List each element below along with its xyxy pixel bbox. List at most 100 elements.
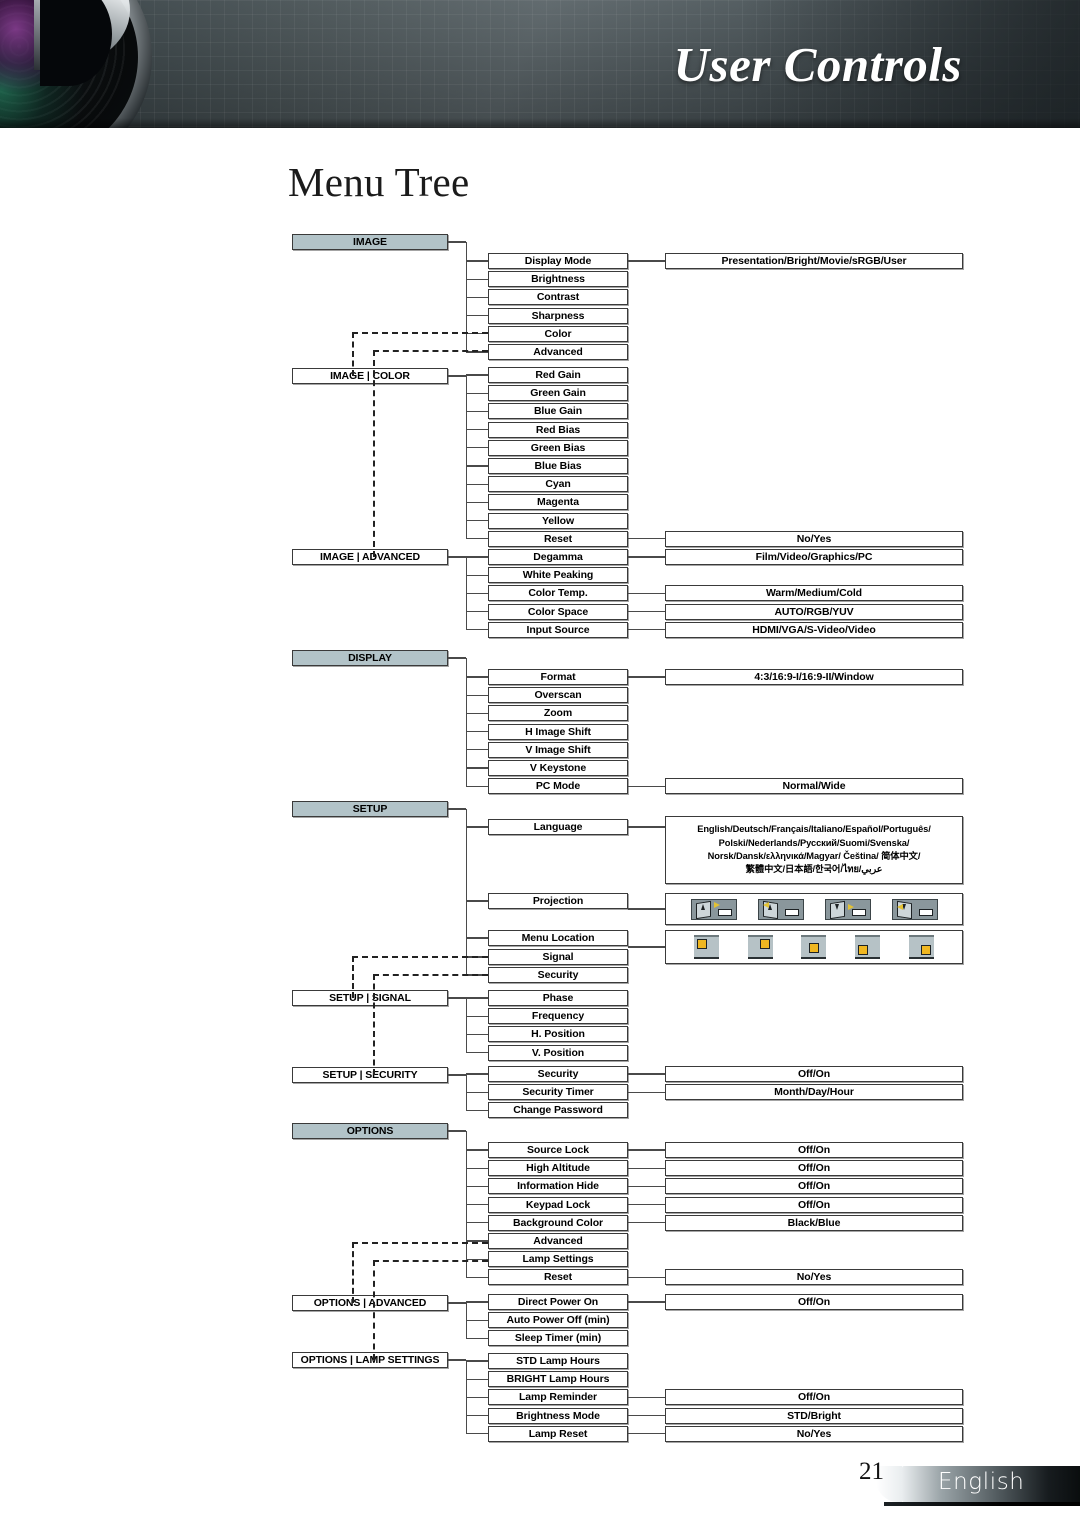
tree-item-setup-3[interactable]: Signal (488, 949, 628, 965)
tree-item-image-color-3[interactable]: Red Bias (488, 421, 628, 438)
tree-item-options-3[interactable]: Keypad Lock (488, 1196, 628, 1213)
tree-item-options-4[interactable]: Background Color (488, 1214, 628, 1231)
branch-image-advanced-1 (466, 574, 488, 576)
tree-item-setup-security-1[interactable]: Security Timer (488, 1084, 628, 1101)
trunk-v-setup-signal (466, 998, 468, 1053)
menu-location-marker (858, 945, 869, 955)
tree-item-display-1[interactable]: Overscan (488, 687, 628, 704)
tree-item-image-color-4[interactable]: Green Bias (488, 439, 628, 456)
tree-item-setup-signal-2[interactable]: H. Position (488, 1026, 628, 1043)
value-link-options-lamp-settings-3 (628, 1414, 665, 1417)
tree-item-image-advanced-1[interactable]: White Peaking (488, 567, 628, 584)
tree-item-image-advanced-3[interactable]: Color Space (488, 603, 628, 620)
tree-item-options-advanced-1[interactable]: Auto Power Off (min) (488, 1312, 628, 1329)
tree-item-options-1[interactable]: High Altitude (488, 1160, 628, 1177)
tree-item-image-color-1[interactable]: Green Gain (488, 385, 628, 402)
tree-item-display-6[interactable]: PC Mode (488, 778, 628, 795)
tree-item-image-color-0[interactable]: Red Gain (488, 367, 628, 383)
menu-location-top-right-icon (747, 935, 773, 959)
tree-item-display-4[interactable]: V Image Shift (488, 741, 628, 758)
tree-item-image-color-5[interactable]: Blue Bias (488, 458, 628, 474)
tree-item-options-0[interactable]: Source Lock (488, 1142, 628, 1158)
tree-item-image-1[interactable]: Brightness (488, 271, 628, 288)
trunk-h-setup (448, 808, 466, 810)
tree-item-options-advanced-0[interactable]: Direct Power On (488, 1294, 628, 1310)
branch-display-0 (466, 676, 488, 678)
tree-item-options-7[interactable]: Reset (488, 1269, 628, 1286)
tree-item-image-color-7[interactable]: Magenta (488, 494, 628, 511)
tree-item-setup-signal-0[interactable]: Phase (488, 990, 628, 1006)
branch-image-color-7 (466, 501, 488, 504)
value-link-options-lamp-settings-4 (628, 1433, 665, 1435)
tree-item-options-advanced-2[interactable]: Sleep Timer (min) (488, 1330, 628, 1347)
dash-image-color-v (352, 332, 354, 376)
projection-rear-ceiling-icon (891, 898, 938, 920)
tree-item-options-6[interactable]: Lamp Settings (488, 1251, 628, 1268)
branch-setup-signal-3 (466, 1051, 488, 1054)
tree-item-setup-0[interactable]: Language (488, 819, 628, 835)
branch-image-3 (466, 314, 488, 317)
tree-value-setup-menu-location (665, 930, 963, 964)
tree-item-options-lamp-settings-3[interactable]: Brightness Mode (488, 1407, 628, 1424)
tree-item-options-2[interactable]: Information Hide (488, 1178, 628, 1195)
tree-item-image-color-2[interactable]: Blue Gain (488, 403, 628, 420)
tree-item-options-lamp-settings-0[interactable]: STD Lamp Hours (488, 1353, 628, 1369)
tree-item-image-advanced-4[interactable]: Input Source (488, 621, 628, 638)
tree-item-display-3[interactable]: H Image Shift (488, 723, 628, 740)
tree-category-setup: SETUP (292, 801, 448, 817)
branch-image-color-2 (466, 410, 488, 413)
branch-image-advanced-0 (466, 556, 488, 558)
value-link-setup-projection (628, 908, 665, 910)
value-link-image-advanced-3 (628, 610, 665, 613)
branch-display-4 (466, 749, 488, 751)
trunk-h-display (448, 657, 466, 659)
dash-options-advanced-h (352, 1242, 488, 1244)
tree-item-options-lamp-settings-1[interactable]: BRIGHT Lamp Hours (488, 1371, 628, 1388)
tree-item-image-color-9[interactable]: Reset (488, 530, 628, 547)
tree-item-image-2[interactable]: Contrast (488, 289, 628, 306)
tree-category-setup-security: SETUP | SECURITY (292, 1067, 448, 1083)
tree-item-options-lamp-settings-4[interactable]: Lamp Reset (488, 1425, 628, 1442)
tree-item-display-5[interactable]: V Keystone (488, 760, 628, 776)
footer-language-banner: English (902, 1466, 1080, 1502)
tree-item-setup-security-2[interactable]: Change Password (488, 1102, 628, 1119)
tree-item-display-0[interactable]: Format (488, 669, 628, 685)
projection-front-table-icon (690, 898, 737, 920)
tree-item-image-5[interactable]: Advanced (488, 344, 628, 360)
branch-options-1 (466, 1167, 488, 1169)
tree-item-image-0[interactable]: Display Mode (488, 253, 628, 269)
tree-item-image-color-6[interactable]: Cyan (488, 476, 628, 493)
tree-item-setup-2[interactable]: Menu Location (488, 930, 628, 946)
value-link-setup-security-1 (628, 1091, 665, 1093)
branch-image-color-1 (466, 392, 488, 394)
tree-category-options: OPTIONS (292, 1123, 448, 1139)
tree-value-image-0: Presentation/Bright/Movie/sRGB/User (665, 253, 963, 269)
tree-value-setup-projection (665, 893, 963, 925)
tree-item-image-advanced-2[interactable]: Color Temp. (488, 585, 628, 602)
tree-item-setup-4[interactable]: Security (488, 967, 628, 983)
projection-rear-table-icon (757, 898, 804, 920)
menu-location-marker (920, 945, 931, 955)
value-link-setup-security-0 (628, 1073, 665, 1075)
tree-item-options-5[interactable]: Advanced (488, 1233, 628, 1249)
branch-image-color-8 (466, 519, 488, 522)
value-link-options-lamp-settings-2 (628, 1396, 665, 1399)
tree-item-image-color-8[interactable]: Yellow (488, 512, 628, 529)
menu-location-marker (759, 939, 770, 949)
tree-item-setup-signal-1[interactable]: Frequency (488, 1008, 628, 1025)
tree-item-setup-security-0[interactable]: Security (488, 1066, 628, 1082)
tree-item-setup-1[interactable]: Projection (488, 893, 628, 909)
branch-setup-signal-2 (466, 1033, 488, 1036)
tree-item-image-advanced-0[interactable]: Degamma (488, 549, 628, 565)
branch-display-6 (466, 785, 488, 787)
projection-front-ceiling-icon (824, 898, 871, 920)
tree-item-display-2[interactable]: Zoom (488, 705, 628, 722)
value-link-options-1 (628, 1167, 665, 1169)
tree-item-options-lamp-settings-2[interactable]: Lamp Reminder (488, 1389, 628, 1406)
tree-item-image-4[interactable]: Color (488, 325, 628, 342)
language-line-4: 繁體中文/日本語/한국어/ไทย/عربي (745, 864, 883, 875)
branch-image-advanced-4 (466, 629, 488, 631)
tree-item-image-3[interactable]: Sharpness (488, 307, 628, 324)
tree-item-setup-signal-3[interactable]: V. Position (488, 1044, 628, 1061)
tree-category-image-color: IMAGE | COLOR (292, 368, 448, 384)
